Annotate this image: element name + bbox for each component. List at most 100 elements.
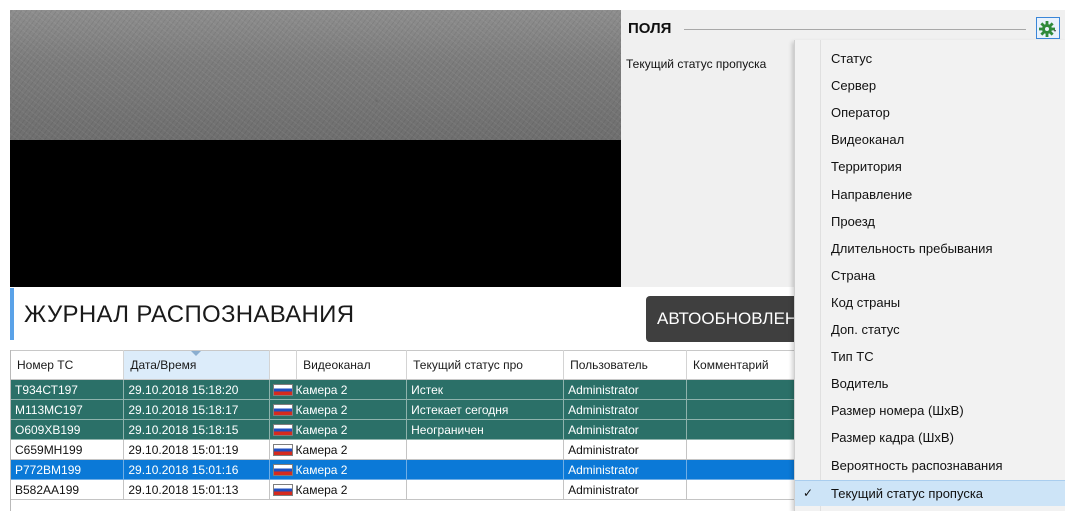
fields-panel-item: Текущий статус пропуска [626, 57, 767, 71]
user-cell: Administrator [563, 419, 688, 440]
datetime-cell: 29.10.2018 15:18:20 [123, 379, 270, 400]
column-header-user[interactable]: Пользователь [563, 350, 688, 380]
table-header-row: Номер ТС Дата/Время Видеоканал Текущий с… [11, 350, 811, 380]
fields-dropdown-menu: Статус Сервер Оператор Видеоканал Территория… [794, 40, 1065, 511]
plate-cell: Р772ВМ199 [11, 459, 125, 480]
status-cell [406, 479, 565, 500]
table-row[interactable]: М113МС197 29.10.2018 15:18:17 Камера 2 Исте… [11, 399, 811, 420]
russia-flag-icon [272, 403, 293, 416]
journal-title: ЖУРНАЛ РАСПОЗНАВАНИЯ [24, 301, 355, 328]
fields-settings-button[interactable] [1036, 17, 1060, 39]
table-row[interactable]: Р772ВМ199 29.10.2018 15:01:16 Камера 2 Admi… [11, 459, 811, 480]
checkmark-icon: ✓ [803, 485, 814, 500]
menu-item-label: Тип ТС [831, 349, 874, 365]
user-cell: Administrator [563, 439, 688, 460]
menu-item-label: Текущий статус пропуска [831, 485, 984, 501]
menu-item[interactable]: Размер номера (ШхВ) [795, 398, 1065, 424]
menu-item[interactable]: ✓ Текущий статус пропуска [795, 479, 1065, 506]
menu-item[interactable]: Оператор [795, 100, 1065, 126]
column-header-channel[interactable]: Видеоканал [296, 350, 408, 380]
menu-item[interactable]: Территория [795, 154, 1065, 180]
column-header-datetime[interactable]: Дата/Время [123, 350, 270, 380]
menu-item[interactable]: Видеоканал [795, 127, 1065, 153]
comment-cell [686, 439, 811, 460]
column-header-plate[interactable]: Номер ТС [11, 350, 125, 380]
datetime-cell: 29.10.2018 15:01:13 [123, 479, 270, 500]
comment-cell [686, 459, 811, 480]
channel-label: Камера 2 [295, 382, 348, 397]
menu-item-label: Длительность пребывания [831, 240, 993, 256]
status-cell: Истекает сегодня [406, 399, 565, 420]
menu-item-label: Размер кадра (ШхВ) [831, 430, 954, 446]
menu-item-label: Водитель [831, 376, 889, 392]
menu-item[interactable]: Водитель [795, 371, 1065, 397]
menu-item[interactable]: Длительность пребывания [795, 236, 1065, 262]
table-row[interactable]: Т934СТ197 29.10.2018 15:18:20 Камера 2 Исте… [11, 379, 811, 400]
datetime-cell: 29.10.2018 15:01:16 [123, 459, 270, 480]
menu-item[interactable]: Статус [795, 46, 1065, 72]
menu-item[interactable]: Вероятность распознавания [795, 453, 1065, 479]
table-row[interactable]: О609ХВ199 29.10.2018 15:18:15 Камера 2 Неог… [11, 419, 811, 440]
datetime-cell: 29.10.2018 15:18:17 [123, 399, 270, 420]
comment-cell [686, 479, 811, 500]
column-header-flag[interactable] [269, 350, 298, 380]
user-cell: Administrator [563, 379, 688, 400]
channel-label: Камера 2 [295, 462, 348, 477]
russia-flag-icon [272, 383, 293, 396]
menu-item-label: Видеоканал [831, 132, 905, 148]
channel-cell: Камера 2 [269, 459, 408, 480]
camera-view [10, 10, 621, 287]
menu-item[interactable]: Страна [795, 263, 1065, 289]
menu-item[interactable]: Код страны [795, 290, 1065, 316]
table-row[interactable]: С659МН199 29.10.2018 15:01:19 Камера 2 Admi… [11, 439, 811, 460]
journal-accent-bar [10, 288, 14, 340]
russia-flag-icon [272, 443, 293, 456]
menu-item-label: Направление [831, 186, 913, 202]
camera-frame-image [10, 10, 621, 140]
plate-cell: О609ХВ199 [11, 419, 125, 440]
datetime-cell: 29.10.2018 15:18:15 [123, 419, 270, 440]
menu-item-label: Оператор [831, 105, 890, 121]
plate-cell: В582АА199 [11, 479, 125, 500]
menu-item[interactable]: Доп. статус [795, 317, 1065, 343]
channel-label: Камера 2 [295, 482, 348, 497]
status-cell: Неограничен [406, 419, 565, 440]
autoupdate-button[interactable]: АВТООБНОВЛЕНИЕ [646, 296, 806, 342]
menu-item-label: Доп. статус [831, 322, 900, 337]
menu-item-label: Размер номера (ШхВ) [831, 403, 964, 419]
user-cell: Administrator [563, 479, 688, 500]
menu-item-label: Сервер [831, 78, 877, 94]
gear-icon [1039, 21, 1056, 37]
table-row[interactable]: В582АА199 29.10.2018 15:01:13 Камера 2 Admi… [11, 479, 811, 500]
channel-label: Камера 2 [295, 442, 348, 457]
channel-cell: Камера 2 [269, 419, 408, 440]
menu-item[interactable]: Размер кадра (ШхВ) [795, 425, 1065, 451]
menu-item-label: Код страны [831, 294, 901, 310]
column-header-datetime-label: Дата/Время [130, 358, 197, 372]
column-header-comment[interactable]: Комментарий [686, 350, 811, 380]
plate-cell: Т934СТ197 [11, 379, 125, 400]
channel-cell: Камера 2 [269, 439, 408, 460]
comment-cell [686, 419, 811, 440]
status-cell: Истек [406, 379, 565, 400]
recognition-table[interactable]: Номер ТС Дата/Время Видеоканал Текущий с… [10, 350, 811, 511]
column-header-status[interactable]: Текущий статус про [406, 350, 565, 380]
user-cell: Administrator [563, 399, 688, 420]
fields-panel-title: ПОЛЯ [628, 20, 672, 37]
status-cell [406, 439, 565, 460]
fields-divider [684, 29, 1026, 30]
russia-flag-icon [272, 483, 293, 496]
user-cell: Administrator [563, 459, 688, 480]
menu-item[interactable]: Сервер [795, 73, 1065, 99]
menu-item[interactable]: Направление [795, 182, 1065, 208]
menu-item-label: Страна [831, 267, 876, 283]
datetime-cell: 29.10.2018 15:01:19 [123, 439, 270, 460]
menu-item-label: Территория [831, 159, 902, 175]
channel-cell: Камера 2 [269, 379, 408, 400]
menu-item[interactable]: Проезд [795, 209, 1065, 235]
menu-item[interactable]: Тип ТС [795, 344, 1065, 370]
russia-flag-icon [272, 463, 293, 476]
sort-arrow-icon [191, 351, 202, 356]
status-cell [406, 459, 565, 480]
channel-cell: Камера 2 [269, 399, 408, 420]
